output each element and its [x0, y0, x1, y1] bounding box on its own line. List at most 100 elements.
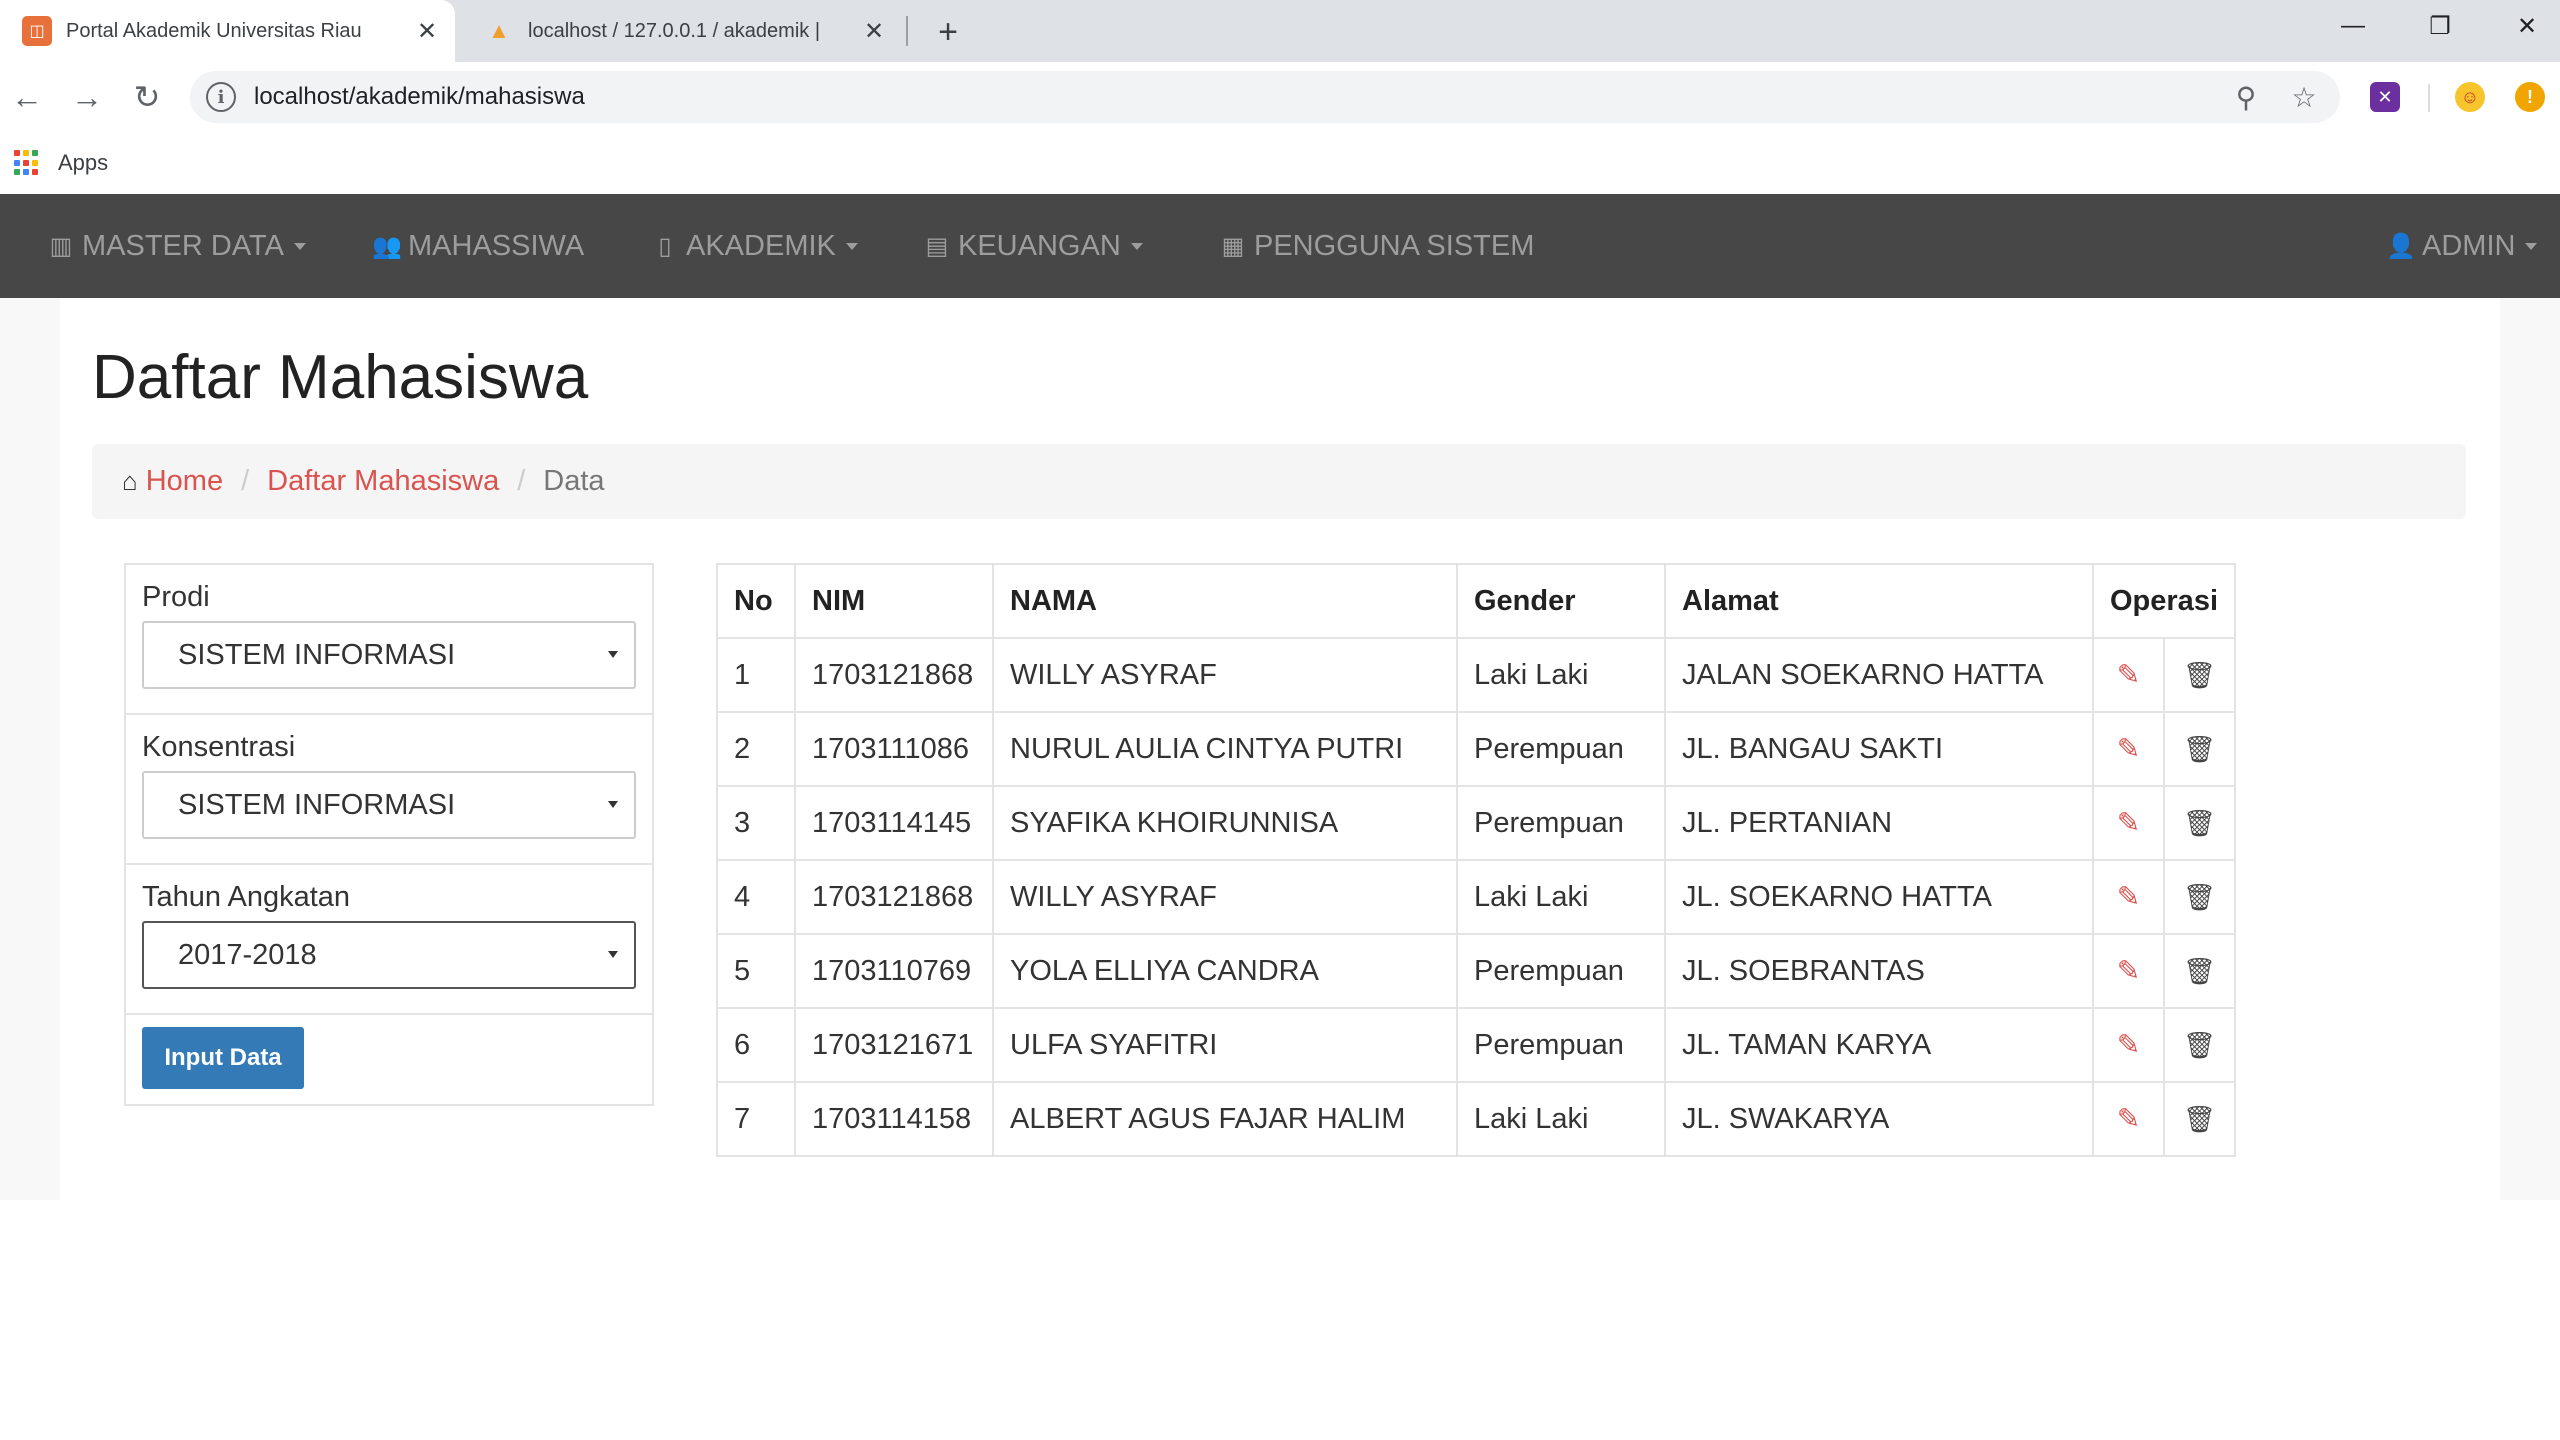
konsentrasi-selected-value: SISTEM INFORMASI [178, 788, 456, 821]
tahun-angkatan-select[interactable]: 2017-2018 [142, 921, 636, 989]
cell-nama: WILLY ASYRAF [992, 859, 1458, 935]
konsentrasi-select[interactable]: SISTEM INFORMASI [142, 771, 636, 839]
cell-edit: ✎ [2092, 785, 2165, 861]
cell-alamat: JL. PERTANIAN [1664, 785, 2094, 861]
nav-master-data[interactable]: ▥ MASTER DATA [46, 194, 306, 298]
caret-down-icon [608, 801, 618, 808]
cell-edit: ✎ [2092, 933, 2165, 1009]
cell-nama: SYAFIKA KHOIRUNNISA [992, 785, 1458, 861]
cell-gender: Laki Laki [1456, 859, 1666, 935]
restore-button[interactable]: ❐ [2397, 0, 2483, 52]
main-navbar: ▥ MASTER DATA 👥 MAHASSIWA ▯ AKADEMIK ▤ K… [0, 194, 2560, 298]
table-row: 5 1703110769 YOLA ELLIYA CANDRA Perempuan JL… [716, 933, 2236, 1009]
tab-title: localhost / 127.0.0.1 / akademik | [528, 19, 821, 42]
cell-gender: Perempuan [1456, 1007, 1666, 1083]
cell-nim: 1703114145 [794, 785, 994, 861]
star-icon[interactable]: ☆ [2282, 75, 2326, 119]
edit-icon[interactable]: ✎ [2114, 881, 2144, 912]
breadcrumb-daftar-mahasiswa[interactable]: Daftar Mahasiswa [267, 465, 499, 498]
tahun-angkatan-label: Tahun Angkatan [142, 881, 351, 913]
trash-icon[interactable]: 🗑 [2183, 882, 2216, 912]
trash-icon[interactable]: 🗑 [2183, 808, 2216, 838]
apps-grid-icon[interactable] [14, 150, 40, 176]
emoji-extension-icon[interactable]: ☺ [2455, 82, 2485, 112]
phpmyadmin-favicon-icon: ▲ [488, 18, 510, 43]
trash-icon[interactable]: 🗑 [2183, 734, 2216, 764]
cell-nama: WILLY ASYRAF [992, 637, 1458, 713]
cell-nama: ALBERT AGUS FAJAR HALIM [992, 1081, 1458, 1157]
edit-icon[interactable]: ✎ [2114, 1029, 2144, 1060]
trash-icon[interactable]: 🗑 [2183, 956, 2216, 986]
trash-icon[interactable]: 🗑 [2183, 1030, 2216, 1060]
cell-nim: 1703121868 [794, 637, 994, 713]
address-bar[interactable]: i localhost/akademik/mahasiswa ⚲ ☆ [190, 71, 2340, 123]
cell-alamat: JL. SWAKARYA [1664, 1081, 2094, 1157]
update-alert-icon[interactable]: ! [2515, 82, 2545, 112]
browser-toolbar: ← → ↻ i localhost/akademik/mahasiswa ⚲ ☆… [0, 62, 2560, 132]
table-body: 1 1703121868 WILLY ASYRAF Laki Laki JALAN SO… [716, 637, 2236, 1157]
nav-label: MAHASSIWA [408, 229, 585, 262]
tab-portal-akademik[interactable]: ◫ Portal Akademik Universitas Riau ✕ [0, 0, 455, 62]
edit-icon[interactable]: ✎ [2114, 733, 2144, 764]
close-icon[interactable]: ✕ [411, 15, 443, 47]
cell-nim: 1703121868 [794, 859, 994, 935]
close-icon[interactable]: ✕ [858, 15, 890, 47]
nav-keuangan[interactable]: ▤ KEUANGAN [922, 194, 1143, 298]
header-operasi: Operasi [2092, 563, 2236, 639]
prodi-label: Prodi [142, 581, 210, 613]
cell-edit: ✎ [2092, 1081, 2165, 1157]
book-icon: ▯ [658, 232, 672, 260]
extension-icon[interactable]: ✕ [2370, 82, 2400, 112]
mahasiswa-table: No NIM NAMA Gender Alamat Operasi 1 17031… [716, 563, 2236, 1157]
cell-nim: 1703121671 [794, 1007, 994, 1083]
nav-admin[interactable]: 👤 ADMIN [2386, 194, 2538, 298]
cell-alamat: JL. TAMAN KARYA [1664, 1007, 2094, 1083]
tab-title: Portal Akademik Universitas Riau [66, 19, 362, 42]
zoom-icon[interactable]: ⚲ [2224, 75, 2268, 119]
cell-no: 4 [716, 859, 796, 935]
breadcrumb-separator: / [241, 465, 250, 497]
table-row: 6 1703121671 ULFA SYAFITRI Perempuan JL. TAM… [716, 1007, 2236, 1083]
filter-group-prodi: Prodi SISTEM INFORMASI [126, 565, 652, 715]
cell-nim: 1703111086 [794, 711, 994, 787]
filter-group-tahun: Tahun Angkatan 2017-2018 [126, 865, 652, 1015]
caret-down-icon [293, 242, 306, 250]
forward-button[interactable]: → [64, 74, 110, 120]
home-icon[interactable]: ⌂ [122, 466, 138, 497]
window-close-button[interactable]: ✕ [2484, 0, 2560, 52]
minimize-button[interactable]: — [2310, 0, 2396, 52]
cell-alamat: JL. SOEBRANTAS [1664, 933, 2094, 1009]
caret-down-icon [2525, 242, 2538, 250]
trash-icon[interactable]: 🗑 [2183, 660, 2216, 690]
trash-icon[interactable]: 🗑 [2183, 1104, 2216, 1134]
cell-no: 5 [716, 933, 796, 1009]
input-data-button[interactable]: Input Data [142, 1027, 304, 1089]
nav-mahasiswa[interactable]: 👥 MAHASSIWA [372, 194, 584, 298]
nav-akademik[interactable]: ▯ AKADEMIK [650, 194, 858, 298]
cell-delete: 🗑 [2163, 1081, 2236, 1157]
new-tab-button[interactable]: + [928, 12, 968, 52]
edit-icon[interactable]: ✎ [2114, 1103, 2144, 1134]
header-gender: Gender [1456, 563, 1666, 639]
url-text[interactable]: localhost/akademik/mahasiswa [254, 83, 2224, 111]
breadcrumb-home[interactable]: Home [146, 465, 223, 498]
bookmark-apps[interactable]: Apps [58, 150, 108, 176]
bookmarks-bar: Apps [0, 132, 2560, 194]
edit-icon[interactable]: ✎ [2114, 955, 2144, 986]
tab-phpmyadmin[interactable]: ▲ localhost / 127.0.0.1 / akademik | ✕ [462, 0, 902, 62]
back-button[interactable]: ← [4, 74, 50, 120]
prodi-select[interactable]: SISTEM INFORMASI [142, 621, 636, 689]
cell-gender: Laki Laki [1456, 1081, 1666, 1157]
reload-button[interactable]: ↻ [124, 74, 170, 120]
nav-pengguna-sistem[interactable]: ▦ PENGGUNA SISTEM [1218, 194, 1535, 298]
cell-alamat: JL. SOEKARNO HATTA [1664, 859, 2094, 935]
filter-panel: Prodi SISTEM INFORMASI Konsentrasi SISTE… [124, 563, 654, 1106]
cell-delete: 🗑 [2163, 711, 2236, 787]
cell-edit: ✎ [2092, 711, 2165, 787]
edit-icon[interactable]: ✎ [2114, 807, 2144, 838]
cell-no: 1 [716, 637, 796, 713]
edit-icon[interactable]: ✎ [2114, 659, 2144, 690]
konsentrasi-label: Konsentrasi [142, 731, 296, 763]
info-icon[interactable]: i [206, 82, 236, 112]
tahun-selected-value: 2017-2018 [178, 938, 317, 971]
